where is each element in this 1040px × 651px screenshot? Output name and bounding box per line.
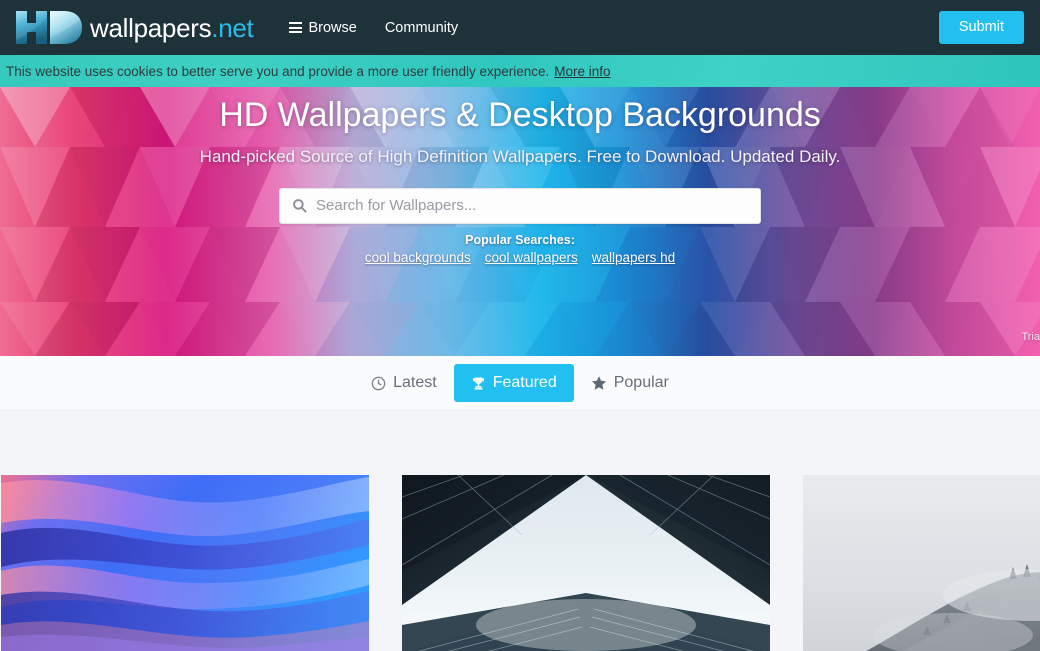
tab-latest-label: Latest — [393, 374, 437, 391]
wallpaper-thumbnail-1[interactable] — [1, 475, 369, 651]
tab-latest[interactable]: Latest — [354, 364, 454, 402]
main-navigation: Browse Community — [289, 20, 458, 36]
site-logo[interactable]: wallpapers.net — [8, 0, 254, 55]
tab-popular[interactable]: Popular — [574, 364, 686, 402]
wallpaper-grid — [0, 475, 1040, 651]
nav-item-browse[interactable]: Browse — [289, 19, 357, 36]
wallpaper-gallery — [0, 411, 1040, 651]
search-bar[interactable] — [279, 187, 761, 224]
star-icon — [591, 375, 607, 391]
hero-image-credit: Tria — [1021, 331, 1040, 343]
hero-content: HD Wallpapers & Desktop Backgrounds Hand… — [0, 87, 1040, 265]
nav-item-community[interactable]: Community — [385, 20, 458, 36]
search-icon — [292, 198, 307, 213]
wallpaper-thumbnail-2[interactable] — [402, 475, 770, 651]
tab-featured-label: Featured — [492, 374, 557, 391]
page-subtitle: Hand-picked Source of High Definition Wa… — [199, 146, 841, 166]
cookie-more-info-link[interactable]: More info — [554, 64, 610, 79]
popular-searches-links: cool backgrounds cool wallpapers wallpap… — [0, 250, 1040, 265]
nav-item-community-label: Community — [384, 19, 459, 36]
hero-section: HD Wallpapers & Desktop Backgrounds Hand… — [0, 87, 1040, 356]
hd-monogram-icon — [8, 6, 88, 49]
search-input[interactable] — [316, 188, 748, 223]
page-title: HD Wallpapers & Desktop Backgrounds — [219, 96, 821, 134]
gallery-filter-tabs: Latest Featured Popular — [0, 356, 1040, 411]
tab-featured[interactable]: Featured — [453, 364, 574, 402]
popular-search-link-1[interactable]: cool backgrounds — [365, 250, 471, 265]
site-header: wallpapers.net Browse Community Submit — [0, 0, 1040, 55]
logo-wordmark: wallpapers.net — [90, 12, 254, 43]
cookie-message: This website uses cookies to better serv… — [6, 63, 550, 79]
popular-search-link-3[interactable]: wallpapers hd — [592, 250, 675, 265]
popular-search-link-2[interactable]: cool wallpapers — [485, 250, 578, 265]
trophy-icon — [471, 376, 486, 391]
nav-item-browse-label: Browse — [308, 19, 357, 36]
clock-icon — [371, 376, 386, 391]
logo-name: wallpapers — [90, 12, 212, 43]
tab-popular-label: Popular — [613, 374, 669, 391]
popular-searches-label: Popular Searches: — [465, 232, 575, 247]
hamburger-icon — [289, 22, 303, 33]
wallpaper-thumbnail-3[interactable] — [803, 475, 1040, 651]
submit-button[interactable]: Submit — [938, 10, 1024, 45]
logo-tld: .net — [211, 12, 254, 43]
cookie-consent-bar: This website uses cookies to better serv… — [0, 55, 1040, 87]
